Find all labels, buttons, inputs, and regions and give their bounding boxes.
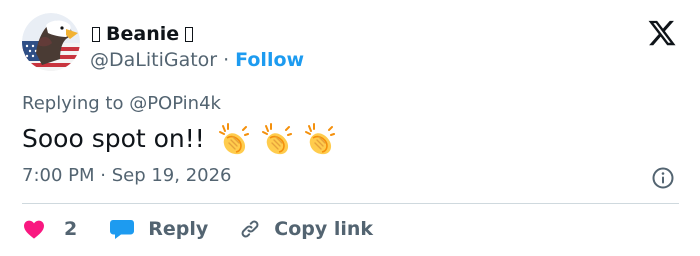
link-icon bbox=[241, 220, 259, 238]
like-button[interactable]: 2 bbox=[22, 217, 77, 241]
missing-glyph-icon bbox=[92, 26, 100, 42]
copy-link-button[interactable]: Copy link bbox=[238, 217, 373, 241]
user-handle[interactable]: @DaLitiGator bbox=[90, 48, 217, 72]
info-icon[interactable] bbox=[651, 166, 675, 190]
follow-button[interactable]: Follow bbox=[235, 48, 304, 72]
display-name-text: Beanie bbox=[106, 23, 180, 45]
display-name[interactable]: Beanie bbox=[90, 22, 195, 46]
copy-link-label: Copy link bbox=[274, 218, 374, 240]
handle-row: @DaLitiGator · Follow bbox=[90, 48, 304, 72]
reply-button[interactable]: Reply bbox=[109, 217, 208, 241]
tweet-text-content: Sooo spot on!! bbox=[22, 124, 205, 153]
clapping-hands-icon bbox=[261, 123, 292, 155]
speech-bubble-icon bbox=[110, 220, 135, 239]
separator-dot: · bbox=[223, 49, 230, 71]
like-count: 2 bbox=[64, 218, 78, 240]
clapping-hands-icon bbox=[304, 123, 335, 155]
missing-glyph-icon bbox=[185, 26, 194, 42]
divider bbox=[22, 203, 679, 204]
tweet-text: Sooo spot on!! bbox=[22, 121, 335, 157]
replying-to[interactable]: Replying to @POPin4k bbox=[22, 92, 221, 116]
emoji-group bbox=[217, 122, 335, 156]
avatar-eagle-flag-image bbox=[22, 13, 80, 71]
tweet-timestamp[interactable]: 7:00 PM · Sep 19, 2026 bbox=[22, 164, 232, 188]
clapping-hands-icon bbox=[218, 123, 249, 155]
action-bar: 2 Reply Copy link bbox=[22, 214, 373, 244]
heart-icon bbox=[24, 220, 44, 239]
avatar[interactable] bbox=[22, 13, 80, 71]
reply-label: Reply bbox=[148, 218, 209, 240]
x-logo-icon[interactable] bbox=[647, 18, 677, 48]
